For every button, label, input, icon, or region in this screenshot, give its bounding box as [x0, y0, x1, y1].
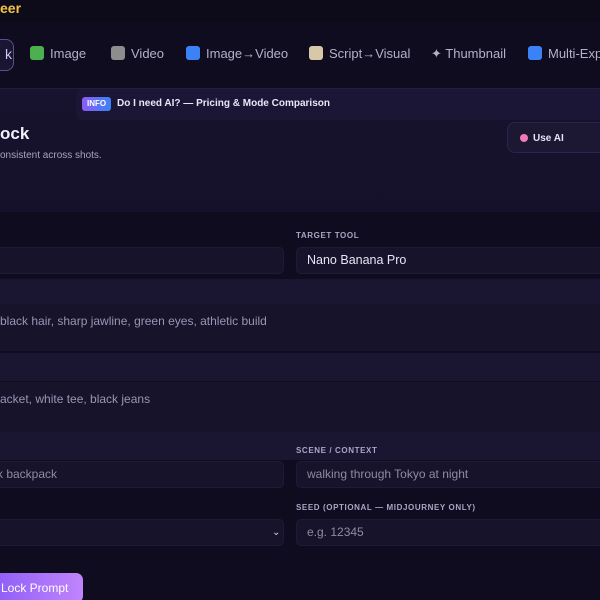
info-badge: INFO	[82, 97, 112, 111]
tab-image-to-video[interactable]: Image→Video	[186, 34, 288, 74]
top-bar	[0, 0, 600, 22]
tab-script-to-visual[interactable]: Script→Visual	[309, 34, 410, 74]
seed-input[interactable]: e.g. 12345	[296, 519, 600, 546]
brand-title: eer	[0, 0, 22, 16]
scene-label: SCENE / CONTEXT	[296, 446, 378, 455]
outfit-textarea[interactable]: acket, white tee, black jeans	[0, 382, 600, 432]
shuffle-icon	[528, 46, 542, 60]
script-icon	[309, 46, 323, 60]
chevron-down-icon: ⌄	[272, 527, 281, 538]
target-tool-select[interactable]: Nano Banana Pro	[296, 247, 600, 274]
clapperboard-icon	[111, 46, 125, 60]
image-icon	[30, 46, 44, 60]
outfit-label-row	[0, 353, 600, 381]
info-link[interactable]: Do I need AI? — Pricing & Mode Compariso…	[117, 98, 330, 109]
accessory-input[interactable]: ck backpack	[0, 461, 284, 488]
mode-tabs: Image Video Image→Video Script→Visual ✦ …	[0, 34, 600, 74]
tab-video[interactable]: Video	[111, 34, 164, 74]
tab-thumbnail[interactable]: ✦ Thumbnail	[431, 34, 506, 74]
refresh-icon	[186, 46, 200, 60]
appearance-textarea[interactable]: black hair, sharp jawline, green eyes, a…	[0, 304, 600, 351]
tab-multi-expo[interactable]: Multi-Expo	[528, 34, 600, 74]
tab-image[interactable]: Image	[30, 34, 86, 74]
seed-label: SEED (OPTIONAL — MIDJOURNEY ONLY)	[296, 503, 476, 512]
appearance-label-row	[0, 279, 600, 307]
scene-input[interactable]: walking through Tokyo at night	[296, 461, 600, 488]
brain-icon	[520, 134, 528, 142]
use-ai-button[interactable]: Use AI	[507, 122, 600, 153]
character-name-input[interactable]	[0, 247, 284, 274]
target-tool-label: TARGET TOOL	[296, 231, 360, 240]
style-select[interactable]	[0, 519, 284, 546]
lock-prompt-button[interactable]: Lock Prompt	[0, 573, 83, 600]
page-title: ock	[0, 124, 30, 143]
page-subtitle: onsistent across shots.	[0, 150, 102, 161]
